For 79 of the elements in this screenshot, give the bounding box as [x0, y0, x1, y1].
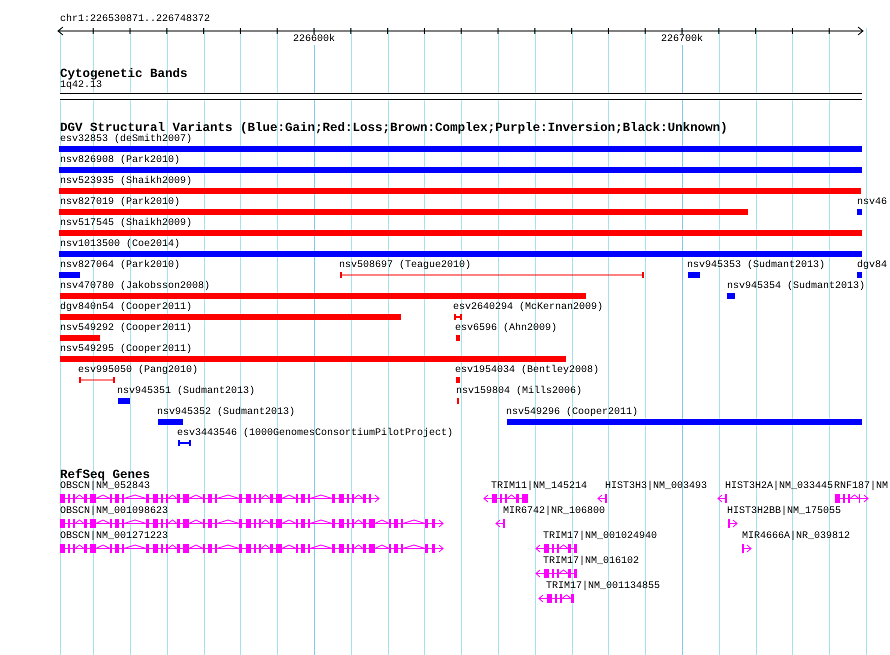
variant-label: nsv517545 (Shaikh2009) [60, 219, 192, 229]
gene-model[interactable] [728, 518, 738, 529]
variant-bar[interactable] [60, 335, 100, 341]
variant-label: esv6596 (Ahn2009) [455, 324, 558, 334]
track-title: Cytogenetic Bands [60, 68, 188, 80]
gene-label: TRIM11|NM_145214 [491, 482, 588, 492]
variant-label: nsv549292 (Cooper2011) [60, 324, 192, 334]
variant-label: nsv827019 (Park2010) [60, 198, 180, 208]
variant-bar[interactable] [60, 293, 586, 299]
gene-model[interactable] [742, 543, 752, 554]
variant-bar[interactable] [60, 356, 566, 362]
variant-span[interactable] [79, 377, 115, 383]
gene-label: TRIM17|NM_001024940 [543, 532, 658, 542]
gene-model[interactable] [495, 518, 505, 529]
gene-model[interactable] [60, 518, 444, 529]
variant-label: nsv945353 (Sudmant2013) [687, 261, 826, 271]
track-title: DGV Structural Variants (Blue:Gain;Red:Loss;Brown:Complex;Purple:Inversion;Black:Unknown) [60, 122, 728, 134]
variant-bar[interactable] [59, 230, 862, 236]
variant-bar[interactable] [456, 335, 460, 341]
gene-label: MIR4666A|NR_039812 [742, 532, 850, 542]
location-label: chr1:226530871..226748372 [60, 15, 210, 25]
gene-label: HIST3H3|NM_003493 [605, 482, 708, 492]
variant-bar[interactable] [59, 167, 862, 173]
gene-label: OBSCN|NM_001271223 [60, 532, 168, 542]
band-label: 1q42.13 [60, 81, 102, 91]
variant-label: dgv84 [857, 261, 888, 271]
variant-span[interactable] [178, 440, 191, 446]
variant-label: nsv549295 (Cooper2011) [60, 345, 192, 355]
gene-model[interactable] [60, 543, 444, 554]
variant-bar[interactable] [158, 419, 183, 425]
gene-model[interactable] [538, 593, 577, 604]
gene-label: OBSCN|NM_001098623 [60, 507, 168, 517]
gene-label: MIR6742|NR_106800 [503, 507, 606, 517]
variant-bar[interactable] [59, 272, 80, 278]
gene-model[interactable] [535, 568, 577, 579]
variant-label: nsv46 [857, 198, 888, 208]
variant-bar[interactable] [118, 398, 130, 404]
variant-bar[interactable] [59, 209, 748, 215]
gene-model[interactable] [717, 493, 727, 504]
gene-model[interactable] [597, 493, 607, 504]
variant-label: esv3443546 (1000GenomesConsortiumPilotProject) [177, 429, 454, 439]
variant-label: nsv159804 (Mills2006) [456, 387, 582, 397]
variant-label: nsv945351 (Sudmant2013) [117, 387, 256, 397]
variant-bar[interactable] [857, 209, 862, 215]
variant-bar[interactable] [60, 314, 401, 320]
gene-label: RNF187|NM [834, 482, 888, 492]
variant-bar[interactable] [456, 377, 460, 383]
gene-label: TRIM17|NM_001134855 [546, 582, 660, 592]
variant-bar[interactable] [727, 293, 735, 299]
variant-bar[interactable] [688, 272, 700, 278]
variant-bar[interactable] [59, 251, 862, 257]
variant-label: dgv840n54 (Cooper2011) [60, 303, 192, 313]
gene-model[interactable] [60, 493, 380, 504]
track-title: RefSeq Genes [60, 469, 150, 481]
variant-label: nsv523935 (Shaikh2009) [60, 177, 192, 187]
gene-model[interactable] [835, 493, 869, 504]
gene-model[interactable] [535, 543, 577, 554]
variant-label: nsv1013500 (Coe2014) [60, 240, 180, 250]
variant-label: esv32853 (deSmith2007) [60, 135, 192, 145]
variant-bar[interactable] [59, 188, 861, 194]
variant-label: nsv945352 (Sudmant2013) [157, 408, 296, 418]
gene-label: TRIM17|NM_016102 [543, 557, 640, 567]
variant-label: nsv826908 (Park2010) [60, 156, 180, 166]
variant-bar[interactable] [857, 272, 862, 278]
variant-label: nsv827064 (Park2010) [60, 261, 180, 271]
variant-label: nsv470780 (Jakobsson2008) [60, 282, 210, 292]
gene-label: HIST3H2BB|NM_175055 [727, 507, 842, 517]
variant-span[interactable] [340, 272, 644, 278]
gene-label: HIST3H2A|NM_033445 [725, 482, 834, 492]
gene-label: OBSCN|NM_052843 [60, 482, 150, 492]
variant-bar[interactable] [59, 146, 862, 152]
variant-label: esv1954034 (Bentley2008) [455, 366, 600, 376]
variant-label: nsv945354 (Sudmant2013) [727, 282, 866, 292]
variant-label: esv995050 (Pang2010) [78, 366, 198, 376]
variant-span[interactable] [454, 314, 462, 320]
variant-bar[interactable] [507, 419, 862, 425]
variant-label: nsv549296 (Cooper2011) [506, 408, 638, 418]
variant-label: esv2640294 (McKernan2009) [453, 303, 604, 313]
variant-label: nsv508697 (Teague2010) [339, 261, 472, 271]
